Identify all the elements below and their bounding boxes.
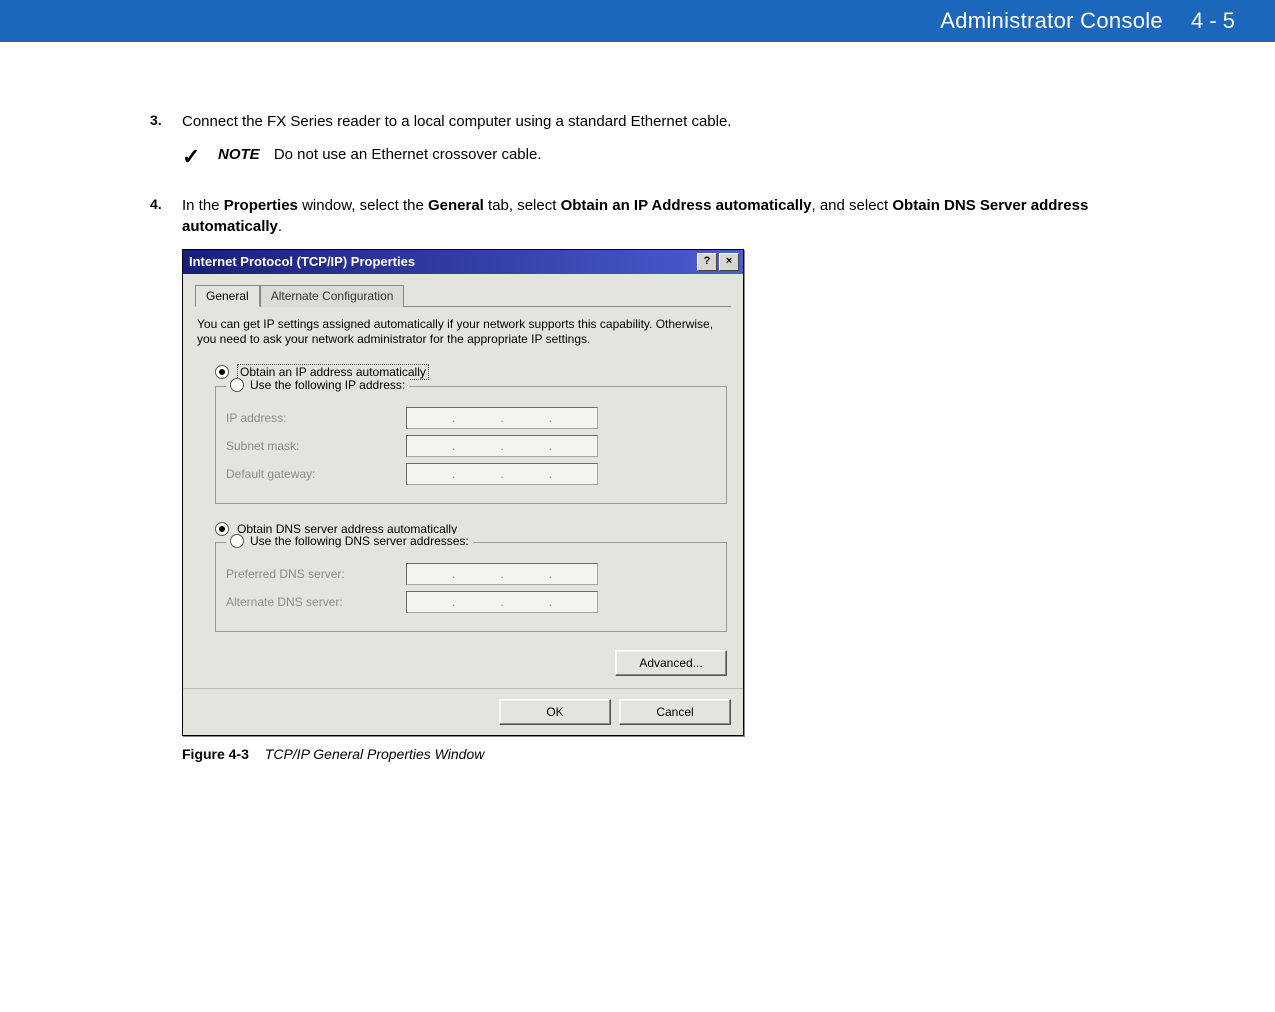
subnet-mask-input[interactable]: ... [406, 435, 598, 457]
step-number: 3. [150, 112, 182, 132]
figure: Internet Protocol (TCP/IP) Properties ? … [182, 249, 1155, 762]
tab-alternate-configuration[interactable]: Alternate Configuration [260, 285, 405, 307]
note-body: NOTE Do not use an Ethernet crossover ca… [218, 146, 542, 163]
dialog-description: You can get IP settings assigned automat… [197, 317, 729, 348]
dialog-titlebar: Internet Protocol (TCP/IP) Properties ? … [183, 250, 743, 274]
field-ip-address: IP address: ... [226, 407, 716, 429]
help-button[interactable]: ? [697, 253, 717, 271]
dialog-buttons: OK Cancel [183, 688, 743, 735]
dialog-body: General Alternate Configuration You can … [183, 274, 743, 688]
checkmark-icon: ✓ [182, 146, 218, 168]
field-label: Preferred DNS server: [226, 567, 406, 581]
t: . [278, 218, 282, 235]
step-text: Connect the FX Series reader to a local … [182, 112, 1155, 132]
close-button[interactable]: × [719, 253, 739, 271]
radio-icon [230, 378, 244, 392]
t: Properties [224, 197, 298, 214]
figure-title: TCP/IP General Properties Window [265, 746, 485, 762]
note-label: NOTE [218, 146, 260, 163]
field-preferred-dns: Preferred DNS server: ... [226, 563, 716, 585]
cancel-button[interactable]: Cancel [619, 699, 731, 725]
group-use-dns: Use the following DNS server addresses: … [215, 542, 727, 632]
step-4: 4. In the Properties window, select the … [150, 196, 1155, 237]
default-gateway-input[interactable]: ... [406, 463, 598, 485]
preferred-dns-input[interactable]: ... [406, 563, 598, 585]
radio-use-following-ip[interactable]: Use the following IP address: [226, 378, 409, 392]
header-title: Administrator Console [940, 8, 1163, 34]
radio-icon [215, 365, 229, 379]
t: General [428, 197, 484, 214]
note-text: Do not use an Ethernet crossover cable. [274, 146, 542, 163]
field-subnet-mask: Subnet mask: ... [226, 435, 716, 457]
radio-label: Use the following DNS server addresses: [250, 534, 469, 548]
advanced-button[interactable]: Advanced... [615, 650, 727, 676]
radio-label: Use the following IP address: [250, 378, 405, 392]
advanced-row: Advanced... [195, 650, 727, 676]
step-number: 4. [150, 196, 182, 237]
t: In the [182, 197, 224, 214]
figure-label: Figure 4-3 [182, 746, 249, 762]
step-text: In the Properties window, select the Gen… [182, 196, 1155, 237]
tabstrip: General Alternate Configuration [195, 284, 731, 307]
t: window, select the [298, 197, 428, 214]
header-page-number: 4 - 5 [1191, 8, 1235, 34]
field-label: Default gateway: [226, 467, 406, 481]
field-label: Alternate DNS server: [226, 595, 406, 609]
ok-button[interactable]: OK [499, 699, 611, 725]
t: Obtain an IP Address automatically [561, 197, 812, 214]
field-default-gateway: Default gateway: ... [226, 463, 716, 485]
page-header: Administrator Console 4 - 5 [0, 0, 1275, 42]
tcpip-properties-dialog: Internet Protocol (TCP/IP) Properties ? … [182, 249, 744, 736]
tab-general[interactable]: General [195, 285, 260, 307]
dialog-title: Internet Protocol (TCP/IP) Properties [189, 254, 695, 269]
field-label: Subnet mask: [226, 439, 406, 453]
step-3: 3. Connect the FX Series reader to a loc… [150, 112, 1155, 132]
note-block: ✓ NOTE Do not use an Ethernet crossover … [182, 146, 1155, 168]
t: tab, select [484, 197, 561, 214]
t: , and select [811, 197, 892, 214]
radio-icon [230, 534, 244, 548]
figure-caption: Figure 4-3 TCP/IP General Properties Win… [182, 746, 1155, 762]
radio-use-following-dns[interactable]: Use the following DNS server addresses: [226, 534, 473, 548]
field-alternate-dns: Alternate DNS server: ... [226, 591, 716, 613]
page-content: 3. Connect the FX Series reader to a loc… [0, 42, 1275, 792]
group-use-ip: Use the following IP address: IP address… [215, 386, 727, 504]
field-label: IP address: [226, 411, 406, 425]
ip-address-input[interactable]: ... [406, 407, 598, 429]
alternate-dns-input[interactable]: ... [406, 591, 598, 613]
